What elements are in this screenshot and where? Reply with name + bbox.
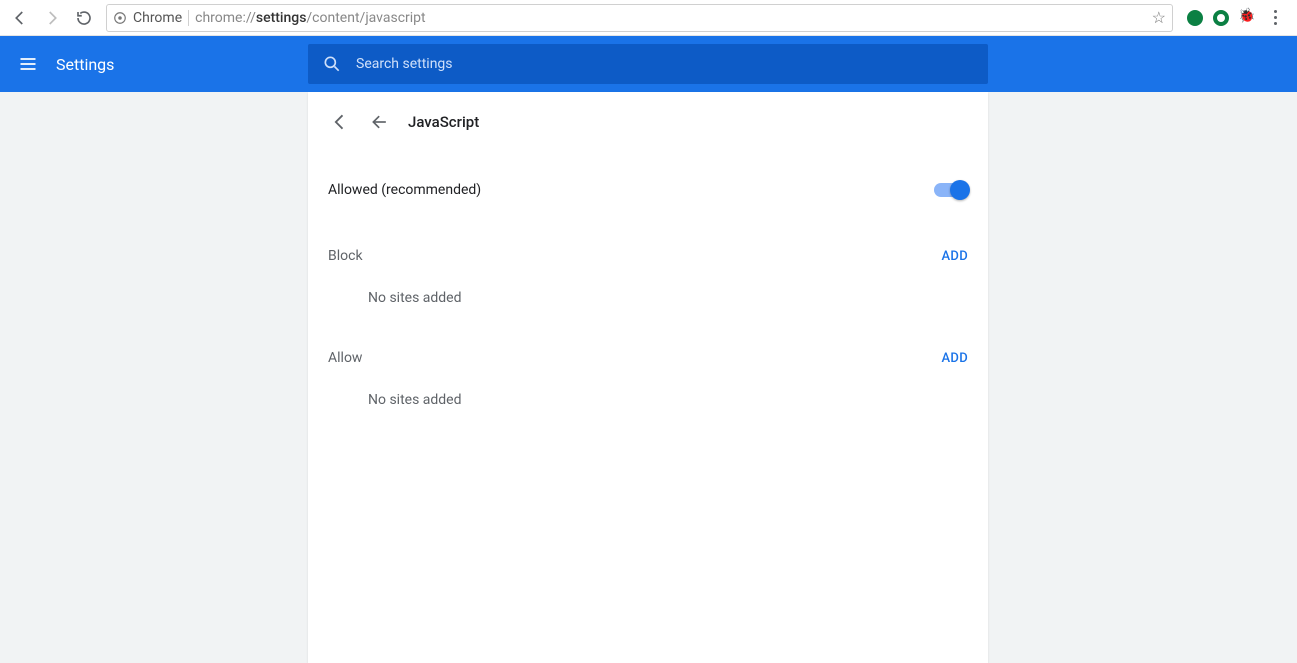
allowed-toggle[interactable] bbox=[934, 183, 968, 197]
nav-button-group bbox=[6, 4, 98, 32]
back-button[interactable] bbox=[6, 4, 34, 32]
block-empty-message: No sites added bbox=[308, 282, 988, 326]
settings-header: Settings bbox=[0, 36, 1297, 92]
allowed-toggle-label: Allowed (recommended) bbox=[328, 182, 481, 198]
extension-icons bbox=[1181, 10, 1291, 26]
allowed-toggle-row: Allowed (recommended) bbox=[308, 164, 988, 216]
toggle-knob bbox=[950, 180, 970, 200]
block-add-button[interactable]: ADD bbox=[942, 249, 969, 264]
forward-button[interactable] bbox=[38, 4, 66, 32]
extension-icon-2[interactable] bbox=[1213, 10, 1229, 26]
origin-label: Chrome bbox=[133, 10, 182, 26]
page-title: JavaScript bbox=[408, 113, 479, 131]
extension-icon-3[interactable] bbox=[1239, 10, 1255, 26]
back-arrow-icon[interactable] bbox=[370, 112, 390, 132]
allow-empty-message: No sites added bbox=[308, 384, 988, 428]
browser-toolbar: Chrome chrome://settings/content/javascr… bbox=[0, 0, 1297, 36]
allow-section-header: Allow ADD bbox=[308, 332, 988, 384]
block-section-header: Block ADD bbox=[308, 230, 988, 282]
settings-title: Settings bbox=[56, 55, 114, 74]
site-info-icon[interactable] bbox=[113, 11, 127, 25]
search-settings-box[interactable] bbox=[308, 44, 988, 84]
browser-menu-button[interactable] bbox=[1265, 10, 1285, 25]
omnibox-divider bbox=[188, 10, 189, 26]
settings-back-button[interactable] bbox=[328, 110, 352, 134]
reload-button[interactable] bbox=[70, 4, 98, 32]
card-header: JavaScript bbox=[308, 92, 988, 144]
block-section-label: Block bbox=[328, 248, 363, 264]
search-settings-input[interactable] bbox=[356, 56, 974, 72]
settings-card: JavaScript Allowed (recommended) Block A… bbox=[308, 92, 988, 663]
search-icon bbox=[322, 54, 342, 74]
allow-section-label: Allow bbox=[328, 350, 362, 366]
bookmark-star-icon[interactable]: ☆ bbox=[1152, 8, 1166, 27]
hamburger-menu-button[interactable] bbox=[0, 36, 56, 92]
settings-body: JavaScript Allowed (recommended) Block A… bbox=[0, 92, 1297, 663]
allow-add-button[interactable]: ADD bbox=[942, 351, 969, 366]
address-bar[interactable]: Chrome chrome://settings/content/javascr… bbox=[106, 4, 1173, 32]
extension-icon-1[interactable] bbox=[1187, 10, 1203, 26]
url-text: chrome://settings/content/javascript bbox=[195, 10, 426, 26]
